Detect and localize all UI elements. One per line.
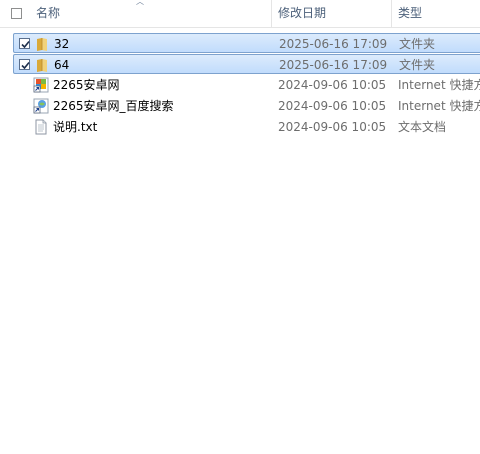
file-row-folder-64[interactable]: 64 2025-06-16 17:09 文件夹 [13,54,480,74]
file-modified-date: 2024-09-06 10:05 [278,99,387,113]
folder-icon [37,59,47,72]
file-name: 64 [54,58,70,72]
column-divider[interactable] [271,0,272,27]
file-row-internet-shortcut[interactable]: 2265安卓网 2024-09-06 10:05 Internet 快捷方 [13,75,480,95]
file-modified-date: 2024-09-06 10:05 [278,120,387,134]
file-type: Internet 快捷方 [398,78,480,92]
internet-shortcut-icon [33,77,49,93]
file-name: 2265安卓网_百度搜索 [53,99,174,113]
internet-shortcut-icon [33,98,49,114]
file-row-text-document[interactable]: 说明.txt 2024-09-06 10:05 文本文档 [13,117,480,137]
text-document-icon [35,119,47,135]
file-row-folder-32[interactable]: 32 2025-06-16 17:09 文件夹 [13,33,480,53]
sort-ascending-icon: ︿ [136,0,144,6]
file-type: 文件夹 [399,37,436,51]
file-name: 说明.txt [53,120,98,134]
file-modified-date: 2025-06-16 17:09 [279,58,388,72]
file-name: 2265安卓网 [53,78,120,92]
column-header-type[interactable]: 类型 [398,0,422,27]
column-header-date[interactable]: 修改日期 [278,0,326,27]
row-checkbox[interactable] [19,59,30,70]
file-modified-date: 2024-09-06 10:05 [278,78,387,92]
file-type: 文件夹 [399,58,436,72]
column-header-date-label: 修改日期 [278,6,327,20]
file-type: Internet 快捷方 [398,99,480,113]
file-type: 文本文档 [398,120,447,134]
select-all-checkbox[interactable] [11,8,22,19]
column-divider[interactable] [391,0,392,27]
column-header-name-label: 名称 [36,6,61,20]
file-name: 32 [54,37,70,51]
column-header-name[interactable]: 名称 [36,0,60,27]
column-header-bar: 名称 ︿ 修改日期 类型 [0,0,480,28]
file-row-internet-shortcut[interactable]: 2265安卓网_百度搜索 2024-09-06 10:05 Internet 快… [13,96,480,116]
column-header-type-label: 类型 [398,6,423,20]
row-checkbox[interactable] [19,38,30,49]
file-modified-date: 2025-06-16 17:09 [279,37,388,51]
folder-icon [37,38,47,51]
